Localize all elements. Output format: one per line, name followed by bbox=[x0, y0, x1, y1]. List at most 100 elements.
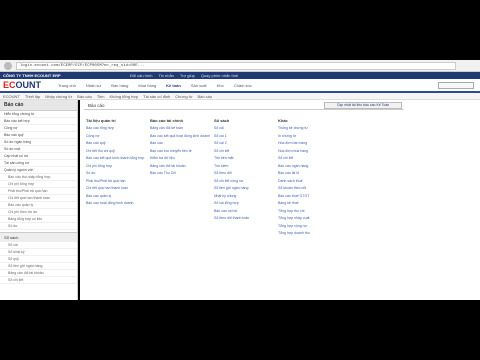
report-link[interactable]: Bảng cân đối kế toán bbox=[150, 126, 212, 130]
report-link[interactable]: Sổ cái 2 bbox=[214, 141, 276, 145]
report-link[interactable]: In chứng từ bbox=[278, 134, 340, 138]
report-link[interactable]: Sổ tiền gửi ngân hàng bbox=[214, 186, 276, 190]
back-icon[interactable] bbox=[4, 61, 12, 70]
report-link[interactable]: Báo cáo hoạt động kinh doanh bbox=[86, 201, 148, 205]
sidebar-subitem[interactable]: Sổ nhật ký bbox=[0, 249, 77, 256]
report-link[interactable]: Bảng cân đối tài khoản bbox=[150, 164, 212, 168]
top-menu-item[interactable]: Sản xuất bbox=[191, 83, 207, 88]
sidebar-item[interactable]: Tài sản công nợ bbox=[0, 160, 77, 167]
report-link[interactable]: Báo cáo thuế GTGT bbox=[278, 194, 340, 198]
report-link[interactable]: Sổ theo dõi bbox=[214, 171, 276, 175]
report-link[interactable]: Sổ theo dõi thanh toán bbox=[214, 216, 276, 220]
sidebar-subitem[interactable]: Sổ cái bbox=[0, 242, 77, 249]
top-menu-item[interactable]: Nhân sự bbox=[86, 83, 101, 88]
sidebar-subitem[interactable]: Phải thu/Phải trả quá hạn bbox=[0, 188, 77, 195]
company-menu-item[interactable]: Quay phím nhắn tình bbox=[201, 73, 238, 78]
report-link[interactable]: Tổng hợp nhập xuất bbox=[278, 216, 340, 220]
sub-menu-item[interactable]: Tài sản cố định bbox=[143, 94, 170, 99]
top-menu-item[interactable]: Bán hàng bbox=[111, 83, 128, 88]
report-link[interactable]: Sổ cái 1 bbox=[214, 134, 276, 138]
report-link[interactable]: Sổ chi tiết bbox=[278, 156, 340, 160]
company-name: CÔNG TY TNHH ECOUNT ERP bbox=[3, 73, 61, 78]
sidebar-subitem[interactable]: Số dư bbox=[0, 223, 77, 230]
sidebar-subitem[interactable]: Báo cáo quản lý bbox=[0, 202, 77, 209]
report-link[interactable]: Báo cáo tổng hợp bbox=[86, 126, 148, 130]
report-column: Sổ sách Sổ cái Sổ cái 1 Sổ cái 2 Sổ chi … bbox=[214, 118, 278, 298]
report-link[interactable]: Báo cáo Thu Chi bbox=[150, 171, 212, 175]
sub-menu-item[interactable]: Chứng từ bbox=[175, 94, 192, 99]
report-link[interactable]: Sổ chi tiết bbox=[214, 149, 276, 153]
sidebar-item[interactable]: Số dư một bbox=[0, 146, 77, 153]
sub-menu-item[interactable]: Không tổng hợp bbox=[110, 94, 139, 99]
report-link[interactable]: Phải thu/Phải trả quá hạn bbox=[86, 179, 148, 183]
update-report-button[interactable]: Cập nhật tài liệu báo cáo Kế Toán bbox=[324, 102, 402, 109]
sidebar-item[interactable]: Công nợ bbox=[0, 125, 77, 132]
report-link[interactable]: Tổng hợp công nợ bbox=[278, 224, 340, 228]
report-link[interactable]: Chi tiết quá hạn thanh toán bbox=[86, 186, 148, 190]
sidebar-item[interactable]: Hiển tổng chứng từ bbox=[0, 111, 77, 118]
report-link[interactable]: Tìm kiếm bbox=[214, 164, 276, 168]
sidebar-subitem[interactable]: Chi phí theo dự án bbox=[0, 209, 77, 216]
report-link[interactable]: Công nợ bbox=[86, 134, 148, 138]
sidebar-subitem[interactable]: Sổ tiền gửi ngân hàng bbox=[0, 263, 77, 270]
sidebar-item[interactable]: Báo cáo kết hợp bbox=[0, 118, 77, 125]
report-link[interactable]: Báo cáo quỹ bbox=[86, 141, 148, 145]
report-link[interactable]: Báo cáo kết quả kinh doanh tổng hợp bbox=[86, 156, 148, 160]
sidebar-item[interactable]: Quản lý nguồn vốn bbox=[0, 167, 77, 174]
report-link[interactable]: Hóa đơn mua hàng bbox=[278, 149, 340, 153]
report-link[interactable]: Sổ chi tiết công nợ bbox=[214, 179, 276, 183]
top-menu-item[interactable]: Mua hàng bbox=[138, 83, 156, 88]
sidebar-subitem[interactable]: Sổ quỹ bbox=[0, 256, 77, 263]
report-link[interactable]: Hóa đơn bán hàng bbox=[278, 141, 340, 145]
report-link[interactable]: Sổ cái tổng hợp bbox=[214, 201, 276, 205]
report-link[interactable]: Sổ cái bbox=[214, 126, 276, 130]
sub-menu-item[interactable]: ECOUNT bbox=[3, 94, 20, 99]
sidebar-subitem[interactable]: Chi phí tổng hợp bbox=[0, 181, 77, 188]
report-link[interactable]: Chi phí tổng hợp bbox=[86, 164, 148, 168]
sub-menu-item[interactable]: Thiết lập bbox=[25, 94, 40, 99]
report-link[interactable]: Chi tiết thu chi quỹ bbox=[86, 149, 148, 153]
report-link[interactable]: Báo cáo lưu chuyển tiền tệ bbox=[150, 149, 212, 153]
sidebar-item[interactable]: Báo cáo quỹ bbox=[0, 132, 77, 139]
report-link[interactable]: Báo cáo kết quả hoạt động kinh doanh bbox=[150, 134, 212, 138]
report-link[interactable]: Bảng kê thuế bbox=[278, 201, 340, 205]
company-menu-item[interactable]: Trợ giúp bbox=[180, 73, 195, 78]
ecount-logo[interactable]: ECOUNT bbox=[0, 80, 48, 90]
report-link[interactable]: Báo cáo lãi lỗ bbox=[278, 171, 340, 175]
report-link[interactable]: Báo cáo nội bộ bbox=[214, 209, 276, 213]
sub-menu-item[interactable]: Báo cáo bbox=[197, 94, 212, 99]
top-menu-item-active[interactable]: Kế toán bbox=[166, 83, 181, 88]
report-link[interactable]: Báo cáo bbox=[150, 141, 212, 145]
report-link[interactable]: Tổng hợp doanh thu bbox=[278, 231, 340, 235]
sub-menu-item[interactable]: Nhập chứng từ bbox=[45, 94, 72, 99]
sidebar-group-title[interactable]: Sổ sách bbox=[0, 232, 77, 242]
report-link[interactable]: Tổng hợp thu chi bbox=[278, 209, 340, 213]
sidebar-item[interactable]: Số dư ngân hàng bbox=[0, 139, 77, 146]
report-link[interactable]: Nhật ký chung bbox=[214, 194, 276, 198]
report-link[interactable]: Sổ khoản theo dõi bbox=[278, 186, 340, 190]
top-menu-item[interactable]: Kho bbox=[217, 83, 224, 88]
company-menu-item[interactable]: Tin nhắn bbox=[158, 73, 173, 78]
sidebar-subitem[interactable]: Chi tiết quá hạn thanh toán bbox=[0, 195, 77, 202]
report-link[interactable]: Kiểm tra dữ liệu bbox=[150, 156, 212, 160]
report-link[interactable]: Số dư bbox=[86, 171, 148, 175]
report-link[interactable]: Báo cáo ngân hàng bbox=[278, 164, 340, 168]
report-link[interactable]: Báo cáo quản lý bbox=[86, 194, 148, 198]
sidebar-subitem[interactable]: Sổ chi tiết bbox=[0, 277, 77, 284]
sub-menu-item[interactable]: Tiền bbox=[97, 94, 105, 99]
report-link[interactable]: Thẻ tiền mặt bbox=[214, 156, 276, 160]
main-content: Báo cáo Cập nhật tài liệu báo cáo Kế Toá… bbox=[80, 100, 480, 300]
report-link[interactable]: Thống kê chứng từ bbox=[278, 126, 340, 130]
company-menu-item[interactable]: Đổi cấu hình bbox=[130, 73, 152, 78]
sub-menu-item[interactable]: Báo cáo bbox=[77, 94, 92, 99]
sidebar-item[interactable]: Cấp nhật số dư bbox=[0, 153, 77, 160]
sidebar-subitem[interactable]: Bảng cân đối tài khoản bbox=[0, 270, 77, 277]
sidebar-subitem[interactable]: Báo cáo thu nhập tổng hợp bbox=[0, 174, 77, 181]
video-letterbox-top bbox=[0, 0, 480, 60]
sidebar-subitem[interactable]: Bảng tổng hợp số liệu bbox=[0, 216, 77, 223]
top-menu-item[interactable]: Chăm sóc bbox=[234, 83, 252, 88]
address-bar[interactable]: login.ecount.com/ECERP/ECP/ECP005M?ec_re… bbox=[16, 61, 456, 70]
top-menu-item[interactable]: Trang chủ bbox=[58, 83, 76, 88]
search-input[interactable] bbox=[438, 81, 474, 89]
report-link[interactable]: Danh sách thuế bbox=[278, 179, 340, 183]
